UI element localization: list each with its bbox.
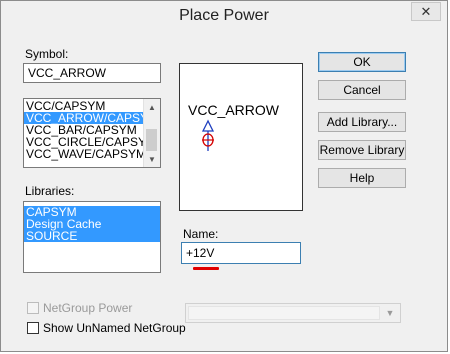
netgroup-power-label: NetGroup Power [43,301,133,315]
place-power-dialog: Place Power ✕ Symbol: VCC_ARROW VCC/CAPS… [0,0,448,352]
show-unnamed-netgroup-option: Show UnNamed NetGroup [27,321,186,335]
netgroup-dropdown-field [188,306,380,320]
close-icon: ✕ [420,4,432,19]
ok-button[interactable]: OK [318,52,406,72]
symbol-list-item[interactable]: VCC_WAVE/CAPSYM [24,148,160,160]
vcc-arrow-symbol-icon [201,119,215,151]
cancel-button[interactable]: Cancel [318,80,406,100]
chevron-down-icon[interactable]: ▼ [382,306,398,320]
scroll-down-icon[interactable]: ▼ [144,151,160,167]
dialog-title: Place Power [179,7,269,24]
name-input[interactable]: +12V [181,242,301,264]
annotation-underline [193,267,219,270]
symbol-input[interactable]: VCC_ARROW [23,63,161,83]
help-button[interactable]: Help [318,168,406,188]
add-library-button[interactable]: Add Library... [318,112,406,132]
libraries-list[interactable]: CAPSYM Design Cache SOURCE [23,201,161,273]
netgroup-dropdown[interactable]: ▼ [185,303,401,323]
preview-symbol-text: VCC_ARROW [188,102,280,118]
remove-library-button[interactable]: Remove Library [318,140,406,160]
close-button[interactable]: ✕ [411,2,441,21]
scroll-up-icon[interactable]: ▲ [144,99,160,115]
netgroup-power-checkbox[interactable] [27,302,39,314]
dialog-body: Symbol: VCC_ARROW VCC/CAPSYM VCC_ARROW/C… [9,33,439,345]
symbol-label: Symbol: [25,47,69,61]
library-item[interactable]: SOURCE [24,230,160,242]
show-unnamed-netgroup-checkbox[interactable] [27,322,39,334]
symbol-list[interactable]: VCC/CAPSYM VCC_ARROW/CAPSYM VCC_BAR/CAPS… [23,98,161,168]
scroll-thumb[interactable] [146,129,157,151]
symbol-list-scrollbar[interactable]: ▲ ▼ [143,99,160,167]
name-label: Name: [183,227,219,241]
symbol-preview: VCC_ARROW [179,63,303,211]
netgroup-power-option: NetGroup Power [27,301,132,315]
show-unnamed-netgroup-label: Show UnNamed NetGroup [43,321,186,335]
libraries-label: Libraries: [25,184,75,198]
title-bar: Place Power ✕ [1,1,447,33]
